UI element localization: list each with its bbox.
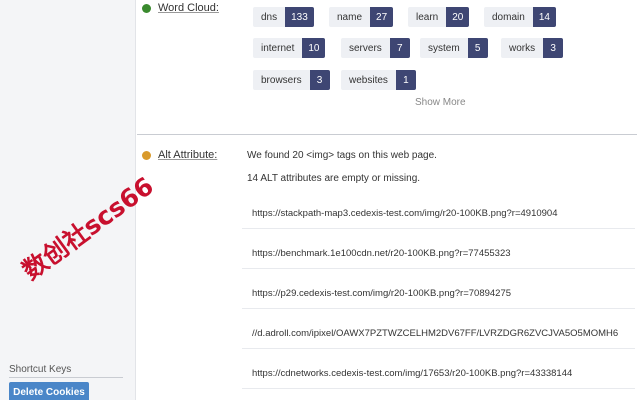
tag-name: dns (261, 11, 278, 23)
tag-item[interactable]: dns 133 (253, 7, 314, 27)
tag-count-badge: 5 (467, 38, 488, 58)
left-panel: 数创社scs66 Shortcut Keys Delete Cookies (0, 0, 159, 400)
tag-count-badge: 20 (446, 7, 470, 27)
tag-count-badge: 1 (395, 70, 416, 90)
alt-empty-text: 14 ALT attributes are empty or missing. (247, 173, 421, 184)
sidebar-divider (9, 377, 123, 378)
tag-item[interactable]: websites 1 (341, 70, 416, 90)
tag-name: works (509, 42, 536, 54)
tag-item[interactable]: browsers 3 (253, 70, 330, 90)
tag-item[interactable]: servers 7 (341, 38, 410, 58)
show-more-link[interactable]: Show More (415, 97, 466, 108)
tag-count-badge: 14 (532, 7, 556, 27)
tag-count-badge: 133 (285, 7, 314, 27)
tag-name: name (337, 11, 363, 23)
image-url-row[interactable]: https://p29.cedexis-test.com/img/r20-100… (242, 279, 635, 309)
tag-item[interactable]: name 27 (329, 7, 394, 27)
tag-item[interactable]: domain 14 (484, 7, 556, 27)
tag-name: internet (261, 42, 295, 54)
image-url-row[interactable]: https://stackpath-map3.cedexis-test.com/… (242, 199, 635, 229)
main-content: Word Cloud: dns 133 name 27 learn 20 dom… (137, 0, 640, 400)
image-url-row[interactable]: https://cdnetworks.cedexis-test.com/img/… (242, 359, 635, 389)
tag-name: browsers (261, 74, 302, 86)
word-cloud-status-dot (142, 4, 151, 13)
tag-name: system (428, 42, 460, 54)
alt-attribute-status-dot (142, 151, 151, 160)
tag-name: websites (349, 74, 388, 86)
alt-attribute-label: Alt Attribute: (158, 149, 218, 161)
image-url-row[interactable]: https://benchmark.1e100cdn.net/r20-100KB… (242, 239, 635, 269)
word-cloud-label: Word Cloud: (158, 2, 219, 14)
tag-count-badge: 7 (389, 38, 410, 58)
tag-count-badge: 3 (543, 38, 564, 58)
tag-item[interactable]: internet 10 (253, 38, 326, 58)
tag-name: domain (492, 11, 525, 23)
img-tags-found-text: We found 20 <img> tags on this web page. (247, 150, 437, 161)
tag-count-badge: 27 (370, 7, 394, 27)
tag-name: servers (349, 42, 382, 54)
tag-item[interactable]: learn 20 (408, 7, 470, 27)
section-divider (137, 134, 637, 135)
tag-name: learn (416, 11, 439, 23)
shortcut-keys-label: Shortcut Keys (9, 364, 72, 375)
tag-item[interactable]: system 5 (420, 38, 488, 58)
image-url-row[interactable]: //d.adroll.com/ipixel/OAWX7PZTWZCELHM2DV… (242, 319, 635, 349)
tag-count-badge: 10 (302, 38, 326, 58)
delete-cookies-button[interactable]: Delete Cookies (9, 382, 89, 400)
tag-count-badge: 3 (309, 70, 330, 90)
tag-item[interactable]: works 3 (501, 38, 564, 58)
